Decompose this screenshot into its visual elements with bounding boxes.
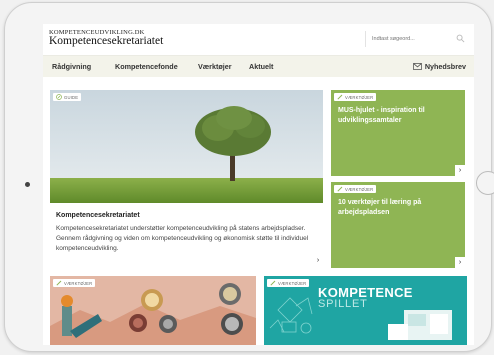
card-tag-label: VÆRKTØJER	[64, 280, 93, 286]
card-tag-label: VÆRKTØJER	[345, 186, 374, 192]
browser-screen: KOMPETENCEUDVIKLING.DK Kompetencesekreta…	[43, 24, 474, 345]
tree-image	[50, 90, 323, 203]
logo-title[interactable]: Kompetencesekretariatet	[49, 35, 163, 47]
card-arrow-icon[interactable]: ›	[455, 165, 465, 176]
card-tag-label: VÆRKTØJER	[345, 94, 374, 100]
pencil-icon	[270, 280, 276, 286]
nav-item-raadgivning[interactable]: Rådgivning	[52, 62, 91, 71]
pencil-icon	[337, 186, 343, 192]
vaerktoejer-tag: VÆRKTØJER	[53, 279, 96, 287]
card-tag-label: VÆRKTØJER	[278, 280, 307, 286]
vaerktoejer-tag: VÆRKTØJER	[334, 93, 377, 101]
home-button[interactable]	[476, 171, 494, 195]
guide-compass-icon	[56, 94, 62, 100]
newsletter-link[interactable]: Nyhedsbrev	[413, 62, 466, 71]
hero-card[interactable]: GUIDE Kompetencesekretariatet Kompetence…	[50, 90, 323, 266]
nav-item-kompetencefonde[interactable]: Kompetencefonde	[115, 62, 178, 71]
tablet-camera	[25, 182, 30, 187]
guide-tag: GUIDE	[53, 93, 82, 101]
site-header: KOMPETENCEUDVIKLING.DK Kompetencesekreta…	[43, 24, 474, 54]
pencil-icon	[337, 94, 343, 100]
main-nav: Rådgivning Kompetencefonde Værktøjer Akt…	[43, 55, 474, 77]
vaerktoejer-tag: VÆRKTØJER	[334, 185, 377, 193]
tablet-frame: KOMPETENCEUDVIKLING.DK Kompetencesekreta…	[4, 2, 494, 352]
search-box	[365, 31, 468, 47]
nav-item-vaerktoejer[interactable]: Værktøjer	[198, 62, 232, 71]
guide-tag-label: GUIDE	[64, 94, 79, 100]
search-input[interactable]	[372, 34, 452, 44]
vaerktoejer-tag: VÆRKTØJER	[267, 279, 310, 287]
hero-description: Kompetencesekretariatet understøtter kom…	[56, 225, 309, 252]
hero-title[interactable]: Kompetencesekretariatet	[56, 212, 140, 219]
kompetence-spillet-card[interactable]: VÆRKTØJER KOMPETENCE SPILLET	[264, 276, 467, 345]
hero-arrow-icon[interactable]: ›	[313, 255, 323, 266]
nav-item-aktuelt[interactable]: Aktuelt	[249, 62, 273, 71]
pencil-icon	[56, 280, 62, 286]
vaerktoejer-laering-card[interactable]: VÆRKTØJER 10 værktøjer til læring på arb…	[331, 182, 465, 268]
mail-icon	[413, 63, 422, 70]
newsletter-label: Nyhedsbrev	[424, 62, 466, 71]
card-title[interactable]: 10 værktøjer til læring på arbejdspladse…	[338, 198, 458, 217]
mus-hjulet-card[interactable]: VÆRKTØJER MUS-hjulet - inspiration til u…	[331, 90, 465, 176]
spillet-subtitle: SPILLET	[318, 298, 368, 310]
card-arrow-icon[interactable]: ›	[455, 257, 465, 268]
illustration-card[interactable]: VÆRKTØJER	[50, 276, 256, 345]
card-title[interactable]: MUS-hjulet - inspiration til udviklingss…	[338, 106, 458, 125]
search-icon[interactable]	[456, 34, 465, 43]
